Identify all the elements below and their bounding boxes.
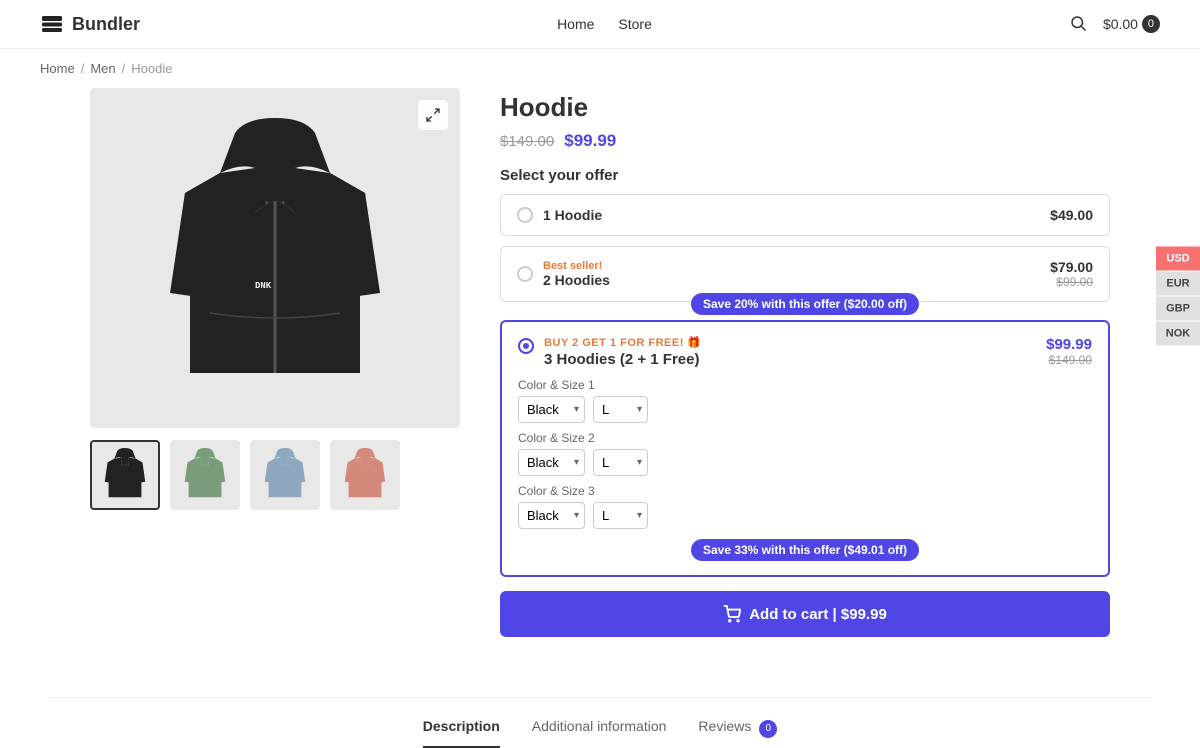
cart-count: 0 bbox=[1142, 15, 1160, 33]
reviews-badge: 0 bbox=[759, 720, 777, 738]
size-select-2-wrap: XSSMLXLXXL bbox=[593, 449, 648, 476]
bundle-original: $149.00 bbox=[1046, 353, 1092, 367]
bundle-price: $99.99 bbox=[1046, 336, 1092, 353]
offer-2-price: $79.00 bbox=[1050, 259, 1093, 275]
logo[interactable]: Bundler bbox=[40, 12, 140, 36]
currency-usd[interactable]: USD bbox=[1156, 247, 1200, 271]
tabs-section: Description Additional information Revie… bbox=[50, 697, 1150, 748]
tab-reviews[interactable]: Reviews 0 bbox=[698, 718, 777, 748]
price-row: $149.00 $99.99 bbox=[500, 131, 1110, 151]
cs-label-1: Color & Size 1 bbox=[518, 378, 1092, 392]
thumb-blue[interactable] bbox=[250, 440, 320, 510]
cart-button[interactable]: $0.00 0 bbox=[1103, 15, 1160, 33]
bundle-save-badge: Save 33% with this offer ($49.01 off) bbox=[691, 539, 919, 561]
tab-additional-info[interactable]: Additional information bbox=[532, 718, 667, 748]
color-size-3: Color & Size 3 BlackGreenBluePink XSSMLX… bbox=[518, 484, 1092, 529]
product-details: Hoodie $149.00 $99.99 Select your offer … bbox=[500, 88, 1110, 637]
offer-2-hoodies[interactable]: Best seller! 2 Hoodies $79.00 $99.00 Sav… bbox=[500, 246, 1110, 302]
search-button[interactable] bbox=[1069, 14, 1087, 35]
bundle-card[interactable]: BUY 2 GET 1 FOR FREE! 🎁 3 Hoodies (2 + 1… bbox=[500, 320, 1110, 577]
nav-store[interactable]: Store bbox=[618, 16, 651, 32]
logo-icon bbox=[40, 12, 64, 36]
offer-2-save-badge: Save 20% with this offer ($20.00 off) bbox=[691, 293, 919, 315]
breadcrumb-current: Hoodie bbox=[131, 61, 172, 76]
bundle-title: 3 Hoodies (2 + 1 Free) bbox=[544, 351, 1036, 368]
offer-2-radio bbox=[517, 266, 533, 282]
hoodie-image: DNK bbox=[155, 113, 395, 403]
breadcrumb: Home / Men / Hoodie bbox=[0, 49, 1200, 88]
color-select-2-wrap: BlackGreenBluePink bbox=[518, 449, 585, 476]
offer-2-title: 2 Hoodies bbox=[543, 272, 1040, 288]
offer-2-info: Best seller! 2 Hoodies bbox=[543, 260, 1040, 288]
cs-label-3: Color & Size 3 bbox=[518, 484, 1092, 498]
color-select-1[interactable]: BlackGreenBluePink bbox=[518, 396, 585, 423]
size-select-3-wrap: XSSMLXLXXL bbox=[593, 502, 648, 529]
bundle-save-wrap: Save 33% with this offer ($49.01 off) bbox=[518, 539, 1092, 561]
expand-button[interactable] bbox=[418, 100, 448, 130]
color-select-1-wrap: BlackGreenBluePink bbox=[518, 396, 585, 423]
cs-selects-2: BlackGreenBluePink XSSMLXLXXL bbox=[518, 449, 1092, 476]
bundle-info: BUY 2 GET 1 FOR FREE! 🎁 3 Hoodies (2 + 1… bbox=[544, 336, 1036, 368]
currency-sidebar: USD EUR GBP NOK bbox=[1156, 247, 1200, 346]
size-select-1-wrap: XSSMLXLXXL bbox=[593, 396, 648, 423]
header-right: $0.00 0 bbox=[1069, 14, 1160, 35]
bundle-radio bbox=[518, 338, 534, 354]
cart-price: $0.00 bbox=[1103, 16, 1138, 32]
nav-home[interactable]: Home bbox=[557, 16, 594, 32]
color-select-3[interactable]: BlackGreenBluePink bbox=[518, 502, 585, 529]
add-to-cart-label: Add to cart | $99.99 bbox=[749, 606, 887, 623]
tab-description[interactable]: Description bbox=[423, 718, 500, 748]
offer-1-prices: $49.00 bbox=[1050, 207, 1093, 223]
add-to-cart-button[interactable]: Add to cart | $99.99 bbox=[500, 591, 1110, 637]
thumb-green[interactable] bbox=[170, 440, 240, 510]
color-select-2[interactable]: BlackGreenBluePink bbox=[518, 449, 585, 476]
expand-icon bbox=[425, 107, 441, 123]
thumb-pink[interactable] bbox=[330, 440, 400, 510]
select-offer-label: Select your offer bbox=[500, 167, 1110, 184]
color-size-1: Color & Size 1 BlackGreenBluePink XSSMLX… bbox=[518, 378, 1092, 423]
offer-1-info: 1 Hoodie bbox=[543, 207, 1040, 223]
size-select-2[interactable]: XSSMLXLXXL bbox=[593, 449, 648, 476]
offer-1-radio bbox=[517, 207, 533, 223]
cart-icon bbox=[723, 605, 741, 623]
currency-nok[interactable]: NOK bbox=[1156, 322, 1200, 346]
bundle-prices: $99.99 $149.00 bbox=[1046, 336, 1092, 367]
original-price: $149.00 bbox=[500, 133, 554, 150]
breadcrumb-men[interactable]: Men bbox=[90, 61, 115, 76]
main-content: DNK bbox=[50, 88, 1150, 677]
color-select-3-wrap: BlackGreenBluePink bbox=[518, 502, 585, 529]
logo-text: Bundler bbox=[72, 14, 140, 35]
currency-gbp[interactable]: GBP bbox=[1156, 297, 1200, 321]
currency-eur[interactable]: EUR bbox=[1156, 272, 1200, 296]
offer-1-hoodie[interactable]: 1 Hoodie $49.00 bbox=[500, 194, 1110, 236]
offer-1-price: $49.00 bbox=[1050, 207, 1093, 223]
search-icon bbox=[1069, 14, 1087, 32]
header: Bundler Home Store $0.00 0 bbox=[0, 0, 1200, 49]
sale-price: $99.99 bbox=[564, 131, 616, 151]
offer-2-badge: Best seller! bbox=[543, 260, 1040, 272]
breadcrumb-home[interactable]: Home bbox=[40, 61, 75, 76]
cs-selects-1: BlackGreenBluePink XSSMLXLXXL bbox=[518, 396, 1092, 423]
bundle-header: BUY 2 GET 1 FOR FREE! 🎁 3 Hoodies (2 + 1… bbox=[518, 336, 1092, 368]
cs-selects-3: BlackGreenBluePink XSSMLXLXXL bbox=[518, 502, 1092, 529]
size-select-3[interactable]: XSSMLXLXXL bbox=[593, 502, 648, 529]
bundle-tag: BUY 2 GET 1 FOR FREE! 🎁 bbox=[544, 336, 1036, 349]
offer-2-prices: $79.00 $99.00 bbox=[1050, 259, 1093, 289]
product-title: Hoodie bbox=[500, 92, 1110, 123]
thumbnail-list bbox=[90, 440, 460, 510]
size-select-1[interactable]: XSSMLXLXXL bbox=[593, 396, 648, 423]
offer-2-original: $99.00 bbox=[1050, 275, 1093, 289]
main-image: DNK bbox=[90, 88, 460, 428]
product-gallery: DNK bbox=[90, 88, 460, 637]
color-size-2: Color & Size 2 BlackGreenBluePink XSSMLX… bbox=[518, 431, 1092, 476]
thumb-black[interactable] bbox=[90, 440, 160, 510]
product-tabs: Description Additional information Revie… bbox=[90, 718, 1110, 748]
cs-label-2: Color & Size 2 bbox=[518, 431, 1092, 445]
main-nav: Home Store bbox=[557, 16, 652, 32]
svg-text:DNK: DNK bbox=[255, 281, 272, 291]
offer-1-title: 1 Hoodie bbox=[543, 207, 1040, 223]
